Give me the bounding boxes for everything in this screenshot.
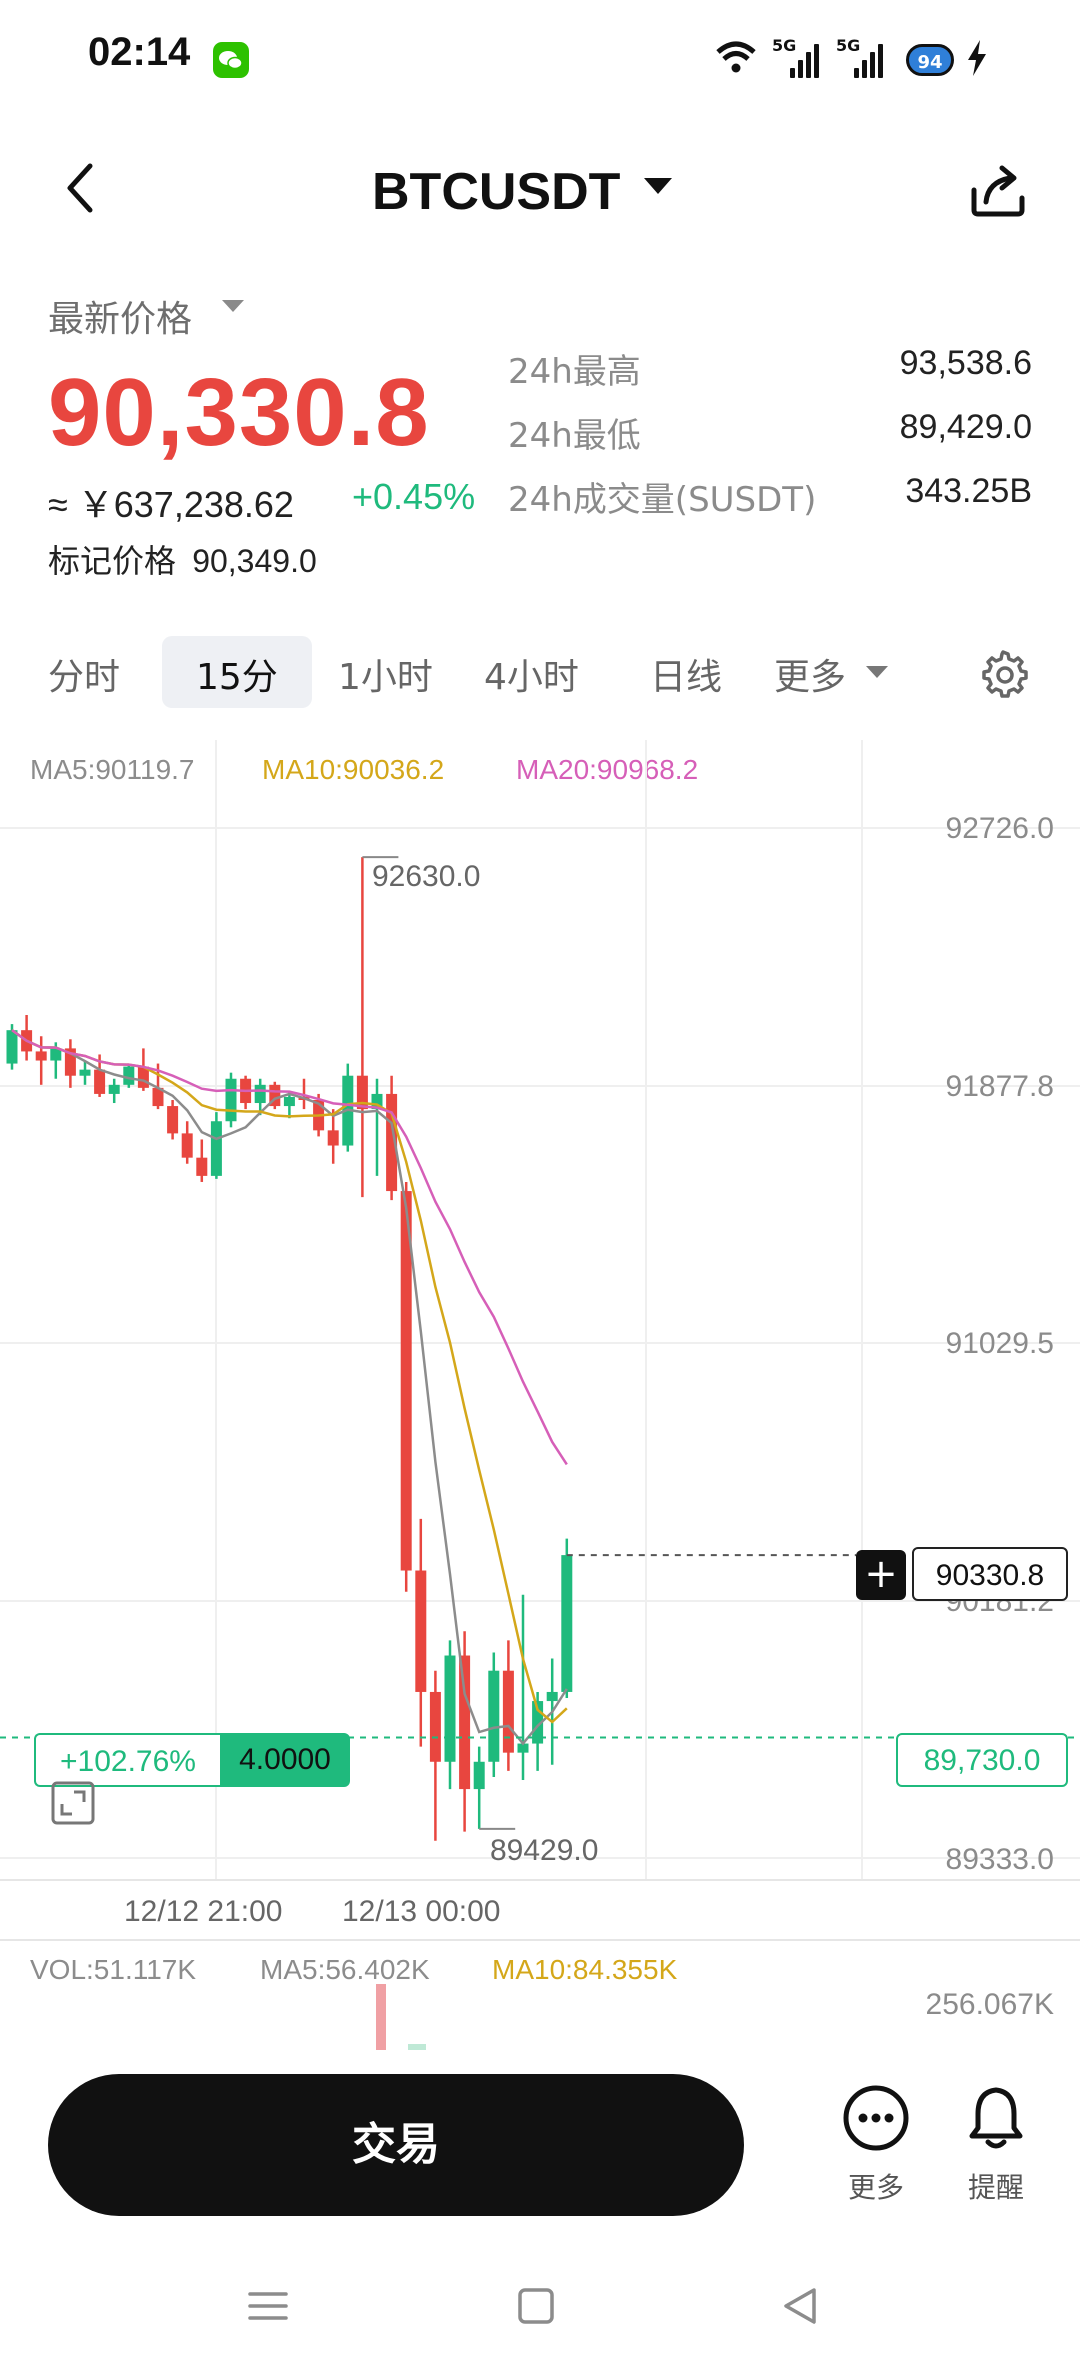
recent-apps-button[interactable] <box>246 2286 290 2330</box>
y-tick: 91877.8 <box>945 1070 1054 1103</box>
more-button[interactable] <box>842 2084 910 2156</box>
high-annotation: 92630.0 <box>372 860 481 893</box>
candle-body <box>167 1106 179 1134</box>
home-button[interactable] <box>516 2286 556 2330</box>
candle-body <box>254 1084 266 1104</box>
candle-body <box>488 1670 500 1762</box>
back-triangle-icon <box>784 2288 816 2324</box>
ma5-line <box>11 1029 568 1746</box>
volume-bar <box>408 2044 426 2050</box>
bell-icon <box>969 2087 1023 2149</box>
volume-legend: VOL:51.117K <box>30 1954 197 1985</box>
back-nav-button[interactable] <box>780 2286 820 2330</box>
position-pnl[interactable]: +102.76% <box>34 1733 220 1787</box>
home-square-icon <box>518 2288 554 2324</box>
volume-max-tick: 256.067K <box>925 1988 1054 2021</box>
candle-body <box>283 1096 295 1107</box>
candle-body <box>473 1761 485 1790</box>
candle-body <box>225 1078 237 1122</box>
more-dots-icon <box>843 2085 909 2151</box>
low-annotation: 89429.0 <box>490 1834 599 1867</box>
x-tick: 12/12 21:00 <box>124 1895 283 1928</box>
alert-button[interactable] <box>962 2084 1030 2156</box>
candle-body <box>327 1130 339 1146</box>
entry-price-tag: 89,730.0 <box>896 1733 1068 1787</box>
candle-body <box>196 1157 208 1176</box>
candle-body <box>444 1655 456 1762</box>
y-tick: 91029.5 <box>945 1327 1054 1360</box>
candlestick-chart[interactable] <box>0 0 1080 2374</box>
current-price-tag: 90330.8 <box>912 1547 1068 1601</box>
candle-body <box>79 1069 91 1076</box>
menu-icon <box>248 2292 288 2320</box>
volume-bar <box>376 1984 386 2050</box>
add-order-button[interactable]: + <box>856 1550 906 1600</box>
position-quantity[interactable]: 4.0000 <box>220 1733 350 1787</box>
candle-body <box>459 1655 471 1790</box>
y-tick: 89333.0 <box>945 1843 1054 1876</box>
candle-body <box>502 1670 514 1753</box>
candle-body <box>415 1570 427 1692</box>
trade-button[interactable]: 交易 <box>48 2074 744 2216</box>
ma10-line <box>11 1029 568 1724</box>
candle-body <box>546 1691 558 1702</box>
volume-ma10-legend: MA10:84.355K <box>492 1954 678 1985</box>
candle-body <box>6 1030 18 1064</box>
candle-body <box>210 1121 222 1176</box>
candle-body <box>94 1069 106 1094</box>
candle-body <box>108 1084 120 1094</box>
x-tick: 12/13 00:00 <box>342 1895 501 1928</box>
candle-body <box>35 1051 47 1061</box>
candle-body <box>561 1555 573 1692</box>
fullscreen-button[interactable] <box>50 1780 96 1830</box>
expand-icon <box>51 1781 95 1825</box>
candle-body <box>181 1133 193 1158</box>
y-tick: 92726.0 <box>945 812 1054 845</box>
candle-body <box>429 1691 441 1762</box>
candle-body <box>123 1066 135 1085</box>
volume-ma5-legend: MA5:56.402K <box>260 1954 430 1985</box>
more-label[interactable]: 更多 <box>836 2166 916 2206</box>
alert-label[interactable]: 提醒 <box>956 2166 1036 2206</box>
